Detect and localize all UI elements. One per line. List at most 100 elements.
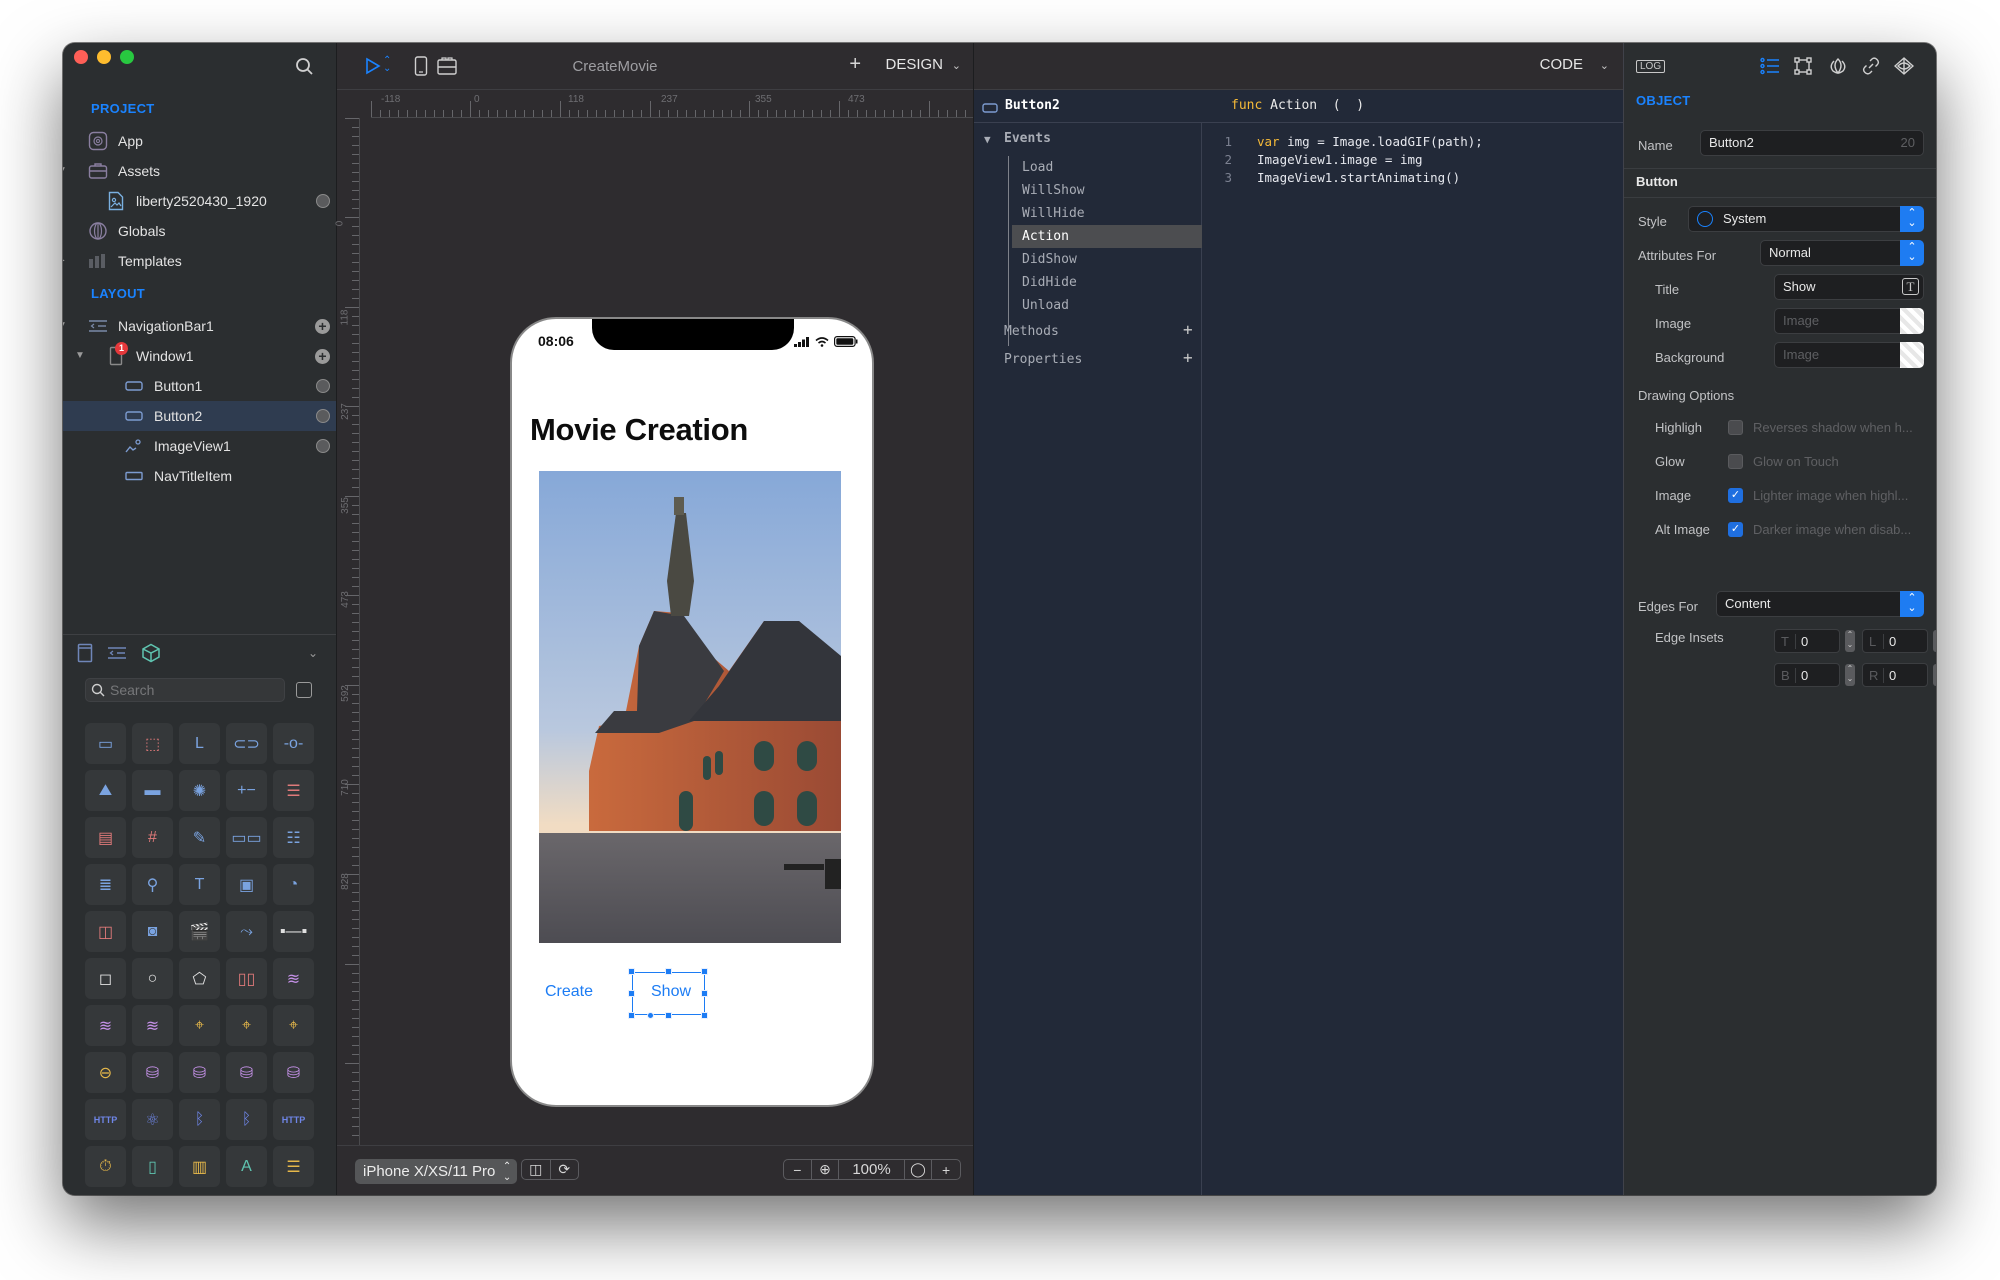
library-item[interactable]: ✺ [179, 770, 220, 811]
resize-handle[interactable] [701, 990, 708, 997]
library-item[interactable]: ◻ [85, 958, 126, 999]
library-item[interactable]: T [179, 864, 220, 905]
objects-tab-icon[interactable] [141, 643, 161, 668]
disclosure-expanded-icon[interactable]: ▼ [63, 166, 67, 176]
stepper-icon[interactable]: ⌃ ⌄ [1900, 206, 1924, 232]
create-button[interactable]: Create [545, 983, 593, 1001]
drawing-option-checkbox[interactable]: ✓ [1728, 488, 1743, 503]
event-unload[interactable]: Unload [1012, 294, 1202, 317]
zoom-in-button[interactable]: + [932, 1160, 960, 1179]
library-item[interactable]: ᛒ [226, 1099, 267, 1140]
image-view-photo[interactable] [539, 471, 841, 943]
attributes-for-select[interactable]: Normal ⌃ ⌄ [1760, 240, 1924, 266]
image-well[interactable] [1900, 308, 1924, 334]
tree-item-liberty2520430-1920[interactable]: liberty2520430_1920 [63, 186, 336, 216]
tree-item-navtitleitem[interactable]: NavTitleItem [63, 461, 336, 491]
inset-stepper[interactable]: ⌃⌄ [1933, 664, 1936, 686]
search-icon[interactable] [295, 57, 317, 79]
resize-handle[interactable] [701, 968, 708, 975]
tree-item-imageview1[interactable]: ImageView1 [63, 431, 336, 461]
tree-item-window1[interactable]: ▼ 1 Window1 + [63, 341, 336, 371]
show-button[interactable]: Show [651, 983, 691, 1001]
library-item[interactable]: ☰ [273, 1146, 314, 1187]
library-item[interactable]: A [226, 1146, 267, 1187]
library-item[interactable]: ▯ [132, 1146, 173, 1187]
zoom-out-button[interactable]: − [784, 1160, 812, 1179]
zoom-window-button[interactable] [120, 50, 134, 64]
library-item[interactable]: ⛁ [273, 1052, 314, 1093]
background-image-well[interactable] [1900, 342, 1924, 368]
visibility-icon[interactable] [1893, 57, 1915, 80]
library-item[interactable]: ▣ [226, 864, 267, 905]
state-indicator[interactable] [316, 409, 330, 423]
text-format-icon[interactable]: T [1902, 278, 1919, 295]
tree-item-navigationbar1[interactable]: ▼ NavigationBar1 + [63, 311, 336, 341]
add-child-icon[interactable]: + [315, 318, 330, 334]
resize-handle[interactable] [701, 1012, 708, 1019]
style-select[interactable]: System ⌃ ⌄ [1688, 206, 1924, 232]
properties-group-label[interactable]: Properties [1004, 352, 1082, 367]
add-method-icon[interactable]: + [1183, 320, 1193, 339]
zoom-fit-icon[interactable]: ◯ [905, 1160, 933, 1179]
chevron-down-icon[interactable]: ⌄ [1600, 59, 1609, 72]
library-item[interactable]: ⌖ [179, 1005, 220, 1046]
resize-handle[interactable] [628, 1012, 635, 1019]
name-input[interactable]: Button2 20 [1700, 130, 1924, 156]
library-item[interactable]: ☰ [273, 770, 314, 811]
library-item[interactable]: ○ [132, 958, 173, 999]
tree-item-assets[interactable]: ▼ Assets [63, 156, 336, 186]
library-item[interactable]: ⚛ [132, 1099, 173, 1140]
resize-handle[interactable] [665, 1012, 672, 1019]
design-mode-selector[interactable]: DESIGN [885, 56, 943, 73]
state-indicator[interactable] [316, 194, 330, 208]
event-willhide[interactable]: WillHide [1012, 202, 1202, 225]
library-item[interactable]: ◔ [273, 864, 314, 905]
edges-for-select[interactable]: Content ⌃ ⌄ [1716, 591, 1924, 617]
event-action[interactable]: Action [1012, 225, 1202, 248]
window-tab-icon[interactable] [77, 643, 93, 668]
drawing-option-checkbox[interactable] [1728, 454, 1743, 469]
library-item[interactable]: +− [226, 770, 267, 811]
list-view-icon[interactable] [296, 682, 312, 698]
library-item[interactable]: ≣ [85, 864, 126, 905]
edge-inset-r-input[interactable]: R0 [1862, 663, 1928, 687]
library-item[interactable]: 🎬 [179, 911, 220, 952]
link-icon[interactable] [1862, 57, 1880, 80]
event-didhide[interactable]: DidHide [1012, 271, 1202, 294]
library-item[interactable]: ▬ [132, 770, 173, 811]
library-item[interactable]: -o- [273, 723, 314, 764]
library-item[interactable]: ✎ [179, 817, 220, 858]
play-icon[interactable] [365, 57, 381, 80]
library-item[interactable]: ☷ [273, 817, 314, 858]
chevron-down-icon[interactable]: ⌄ [308, 646, 318, 660]
code-editor[interactable]: 1 var img = Image.loadGIF(path); 2 ImageVie… [1202, 123, 1623, 1195]
methods-group-label[interactable]: Methods [1004, 324, 1059, 339]
library-item[interactable]: ▥ [179, 1146, 220, 1187]
stepper-icon[interactable]: ⌃ ⌄ [1900, 240, 1924, 266]
selected-button-frame[interactable]: Show [632, 972, 705, 1015]
library-item[interactable]: ⬚ [132, 723, 173, 764]
library-item[interactable]: ⊂⊃ [226, 723, 267, 764]
library-item[interactable]: ⏱ [85, 1146, 126, 1187]
center-icon[interactable]: ⊕ [812, 1160, 840, 1179]
inset-stepper[interactable]: ⌃⌄ [1933, 630, 1936, 652]
library-search-input[interactable]: Search [85, 678, 285, 702]
event-load[interactable]: Load [1012, 156, 1202, 179]
code-line[interactable]: 3 ImageView1.startAnimating() [1202, 169, 1460, 187]
library-item[interactable]: ▯▯ [226, 958, 267, 999]
inset-stepper[interactable]: ⌃⌄ [1845, 630, 1855, 652]
edge-inset-l-input[interactable]: L0 [1862, 629, 1928, 653]
library-item[interactable]: # [132, 817, 173, 858]
attributes-list-icon[interactable] [1760, 57, 1780, 80]
baseline-handle[interactable] [647, 1012, 654, 1019]
library-item[interactable]: ▭ [85, 723, 126, 764]
tree-item-button2[interactable]: Button2 [63, 401, 336, 431]
library-item[interactable]: HTTP [85, 1099, 126, 1140]
event-didshow[interactable]: DidShow [1012, 248, 1202, 271]
edge-inset-b-input[interactable]: B0 [1774, 663, 1840, 687]
library-item[interactable]: ≋ [273, 958, 314, 999]
disclosure-expanded-icon[interactable]: ▼ [75, 351, 85, 361]
library-item[interactable]: HTTP [273, 1099, 314, 1140]
add-child-icon[interactable]: + [315, 348, 330, 364]
library-item[interactable]: ◙ [132, 911, 173, 952]
